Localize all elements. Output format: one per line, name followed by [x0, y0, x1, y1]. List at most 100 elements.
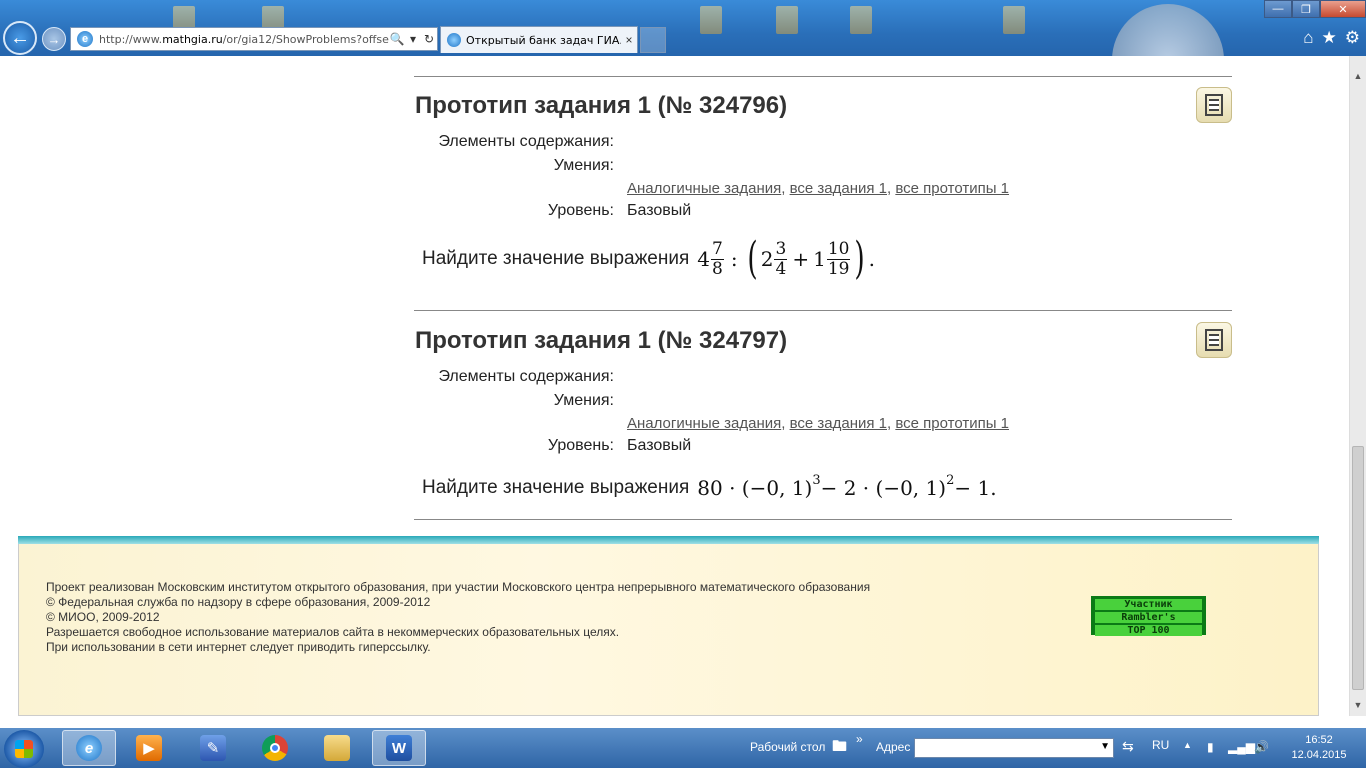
search-icon[interactable]: 🔍	[389, 32, 405, 46]
volume-icon[interactable]: 🔊	[1254, 740, 1269, 754]
settings-icon[interactable]: ⚙	[1345, 28, 1360, 48]
skills-label: Умения:	[553, 392, 614, 409]
footer-line: Проект реализован Московским институтом …	[46, 580, 871, 594]
signal-icon[interactable]: ▂▄▆	[1228, 740, 1255, 754]
taskbar-paint-app[interactable]: ✎	[186, 730, 240, 766]
toolbar-chevron-icon[interactable]: »	[856, 732, 863, 746]
chevron-down-icon[interactable]: ▼	[1100, 741, 1110, 752]
level-label: Уровень:	[547, 437, 614, 454]
taskbar-ie[interactable]: e	[62, 730, 116, 766]
task-text: Найдите значение выражения	[422, 477, 690, 498]
document-icon	[1205, 329, 1223, 351]
problem-title: Прототип задания 1 (№ 324796)	[415, 92, 788, 119]
task-text: Найдите значение выражения	[422, 248, 690, 269]
tray-expand-icon[interactable]: ▲	[1183, 740, 1192, 750]
desktop-toolbar-label[interactable]: Рабочий стол	[750, 740, 825, 754]
document-icon	[1205, 94, 1223, 116]
ie-icon: e	[76, 735, 102, 761]
level-label: Уровень:	[547, 202, 614, 219]
home-icon[interactable]: ⌂	[1303, 28, 1313, 48]
problem-doc-button[interactable]	[1196, 322, 1232, 358]
taskbar-address-input[interactable]: ▼	[914, 738, 1114, 758]
taskbar-media-player[interactable]: ▶	[122, 730, 176, 766]
math-expression: 80 · (−0, 1) 3 − 2 · (−0, 1) 2 − 1.	[697, 472, 997, 501]
minimize-button[interactable]: —	[1264, 0, 1292, 18]
footer-accent-bar	[18, 536, 1319, 544]
browser-chrome: ← → e http://www.mathgia.ru/or/gia12/Sho…	[0, 0, 1366, 116]
vertical-scrollbar[interactable]: ▲ ▼	[1349, 56, 1366, 716]
problem-links: Аналогичные задания, все задания 1, все …	[627, 415, 1010, 432]
url-text[interactable]: http://www.mathgia.ru/or/gia12/ShowProbl…	[99, 33, 389, 46]
taskbar-chrome[interactable]	[248, 730, 302, 766]
restore-button[interactable]: ❐	[1292, 0, 1320, 18]
footer-line: Разрешается свободное использование мате…	[46, 625, 620, 639]
skills-label: Умения:	[553, 157, 614, 174]
start-button[interactable]	[4, 730, 44, 768]
all-prototypes-link[interactable]: все прототипы 1	[895, 180, 1009, 197]
footer-line: © Федеральная служба по надзору в сфере …	[46, 595, 431, 609]
similar-tasks-link[interactable]: Аналогичные задания	[627, 180, 781, 197]
all-tasks-link[interactable]: все задания 1	[790, 415, 887, 432]
forward-button[interactable]: →	[42, 27, 66, 51]
refresh-icon[interactable]: ↻	[421, 32, 437, 46]
problem-links: Аналогичные задания, все задания 1, все …	[627, 180, 1010, 197]
scroll-up-icon[interactable]: ▲	[1350, 68, 1366, 85]
window-controls: — ❐ ✕	[1264, 0, 1366, 18]
desktop-toolbar-icon[interactable]: 🖿	[832, 736, 847, 761]
level-value: Базовый	[627, 437, 692, 454]
task-statement: Найдите значение выражения 80 · (−0, 1) 3…	[422, 472, 997, 501]
clock-date: 12.04.2015	[1291, 749, 1347, 761]
address-toolbar-label: Адрес	[876, 740, 911, 754]
footer-text: Проект реализован Московским институтом …	[46, 580, 870, 655]
scroll-thumb[interactable]	[1352, 446, 1364, 690]
level-value: Базовый	[627, 202, 692, 219]
content-elements-label: Элементы содержания:	[438, 368, 614, 385]
address-bar[interactable]: e http://www.mathgia.ru/or/gia12/ShowPro…	[70, 27, 438, 51]
chevron-down-icon[interactable]: ▾	[405, 32, 421, 46]
browser-tools: ⌂ ★ ⚙	[1303, 28, 1360, 48]
media-player-icon: ▶	[136, 735, 162, 761]
tab-active[interactable]: Открытый банк задач ГИА... ×	[440, 26, 638, 53]
taskbar-explorer[interactable]	[310, 730, 364, 766]
desktop-icon-bg	[776, 6, 798, 34]
problem-title: Прототип задания 1 (№ 324797)	[415, 327, 788, 354]
desktop-icon-bg	[700, 6, 722, 34]
math-expression: 4 78 : ( 2 34 + 1 10 19 ) .	[697, 233, 875, 284]
similar-tasks-link[interactable]: Аналогичные задания	[627, 415, 781, 432]
ie-tab-icon	[447, 33, 461, 47]
problem-doc-button[interactable]	[1196, 87, 1232, 123]
paint-icon: ✎	[200, 735, 226, 761]
forward-arrow-icon: →	[47, 31, 61, 47]
all-prototypes-link[interactable]: все прототипы 1	[895, 415, 1009, 432]
divider	[414, 310, 1232, 311]
battery-icon[interactable]: ▮	[1207, 740, 1214, 754]
close-window-button[interactable]: ✕	[1320, 0, 1366, 18]
scroll-down-icon[interactable]: ▼	[1350, 697, 1366, 714]
favorites-icon[interactable]: ★	[1322, 28, 1337, 48]
footer: Проект реализован Московским институтом …	[18, 544, 1319, 716]
new-tab-button[interactable]	[640, 27, 666, 53]
tab-title: Открытый банк задач ГИА...	[466, 33, 621, 47]
back-arrow-icon: ←	[10, 26, 30, 49]
taskbar-word[interactable]: W	[372, 730, 426, 766]
taskbar: e ▶ ✎ W Рабочий стол 🖿 » Адрес ▼ ⇆ RU ▲ …	[0, 728, 1366, 768]
word-icon: W	[386, 735, 412, 761]
divider	[414, 519, 1232, 520]
clock-time: 16:52	[1305, 734, 1333, 746]
divider	[414, 76, 1232, 77]
close-tab-icon[interactable]: ×	[621, 33, 637, 47]
all-tasks-link[interactable]: все задания 1	[790, 180, 887, 197]
desktop-icon-bg	[1003, 6, 1025, 34]
chrome-icon	[262, 735, 288, 761]
footer-line: © МИОО, 2009-2012	[46, 610, 160, 624]
taskbar-clock[interactable]: 16:52 12.04.2015	[1290, 733, 1348, 763]
ie-page-icon: e	[77, 31, 93, 47]
rambler-top100-badge[interactable]: Участник Rambler's TOP 100	[1091, 596, 1206, 636]
desktop-icon-bg	[850, 6, 872, 34]
content-elements-label: Элементы содержания:	[438, 133, 614, 150]
back-button[interactable]: ←	[3, 21, 37, 55]
language-indicator[interactable]: RU	[1152, 738, 1169, 752]
folder-icon	[324, 735, 350, 761]
footer-line: При использовании в сети интернет следуе…	[46, 640, 431, 654]
go-icon[interactable]: ⇆	[1122, 738, 1134, 755]
